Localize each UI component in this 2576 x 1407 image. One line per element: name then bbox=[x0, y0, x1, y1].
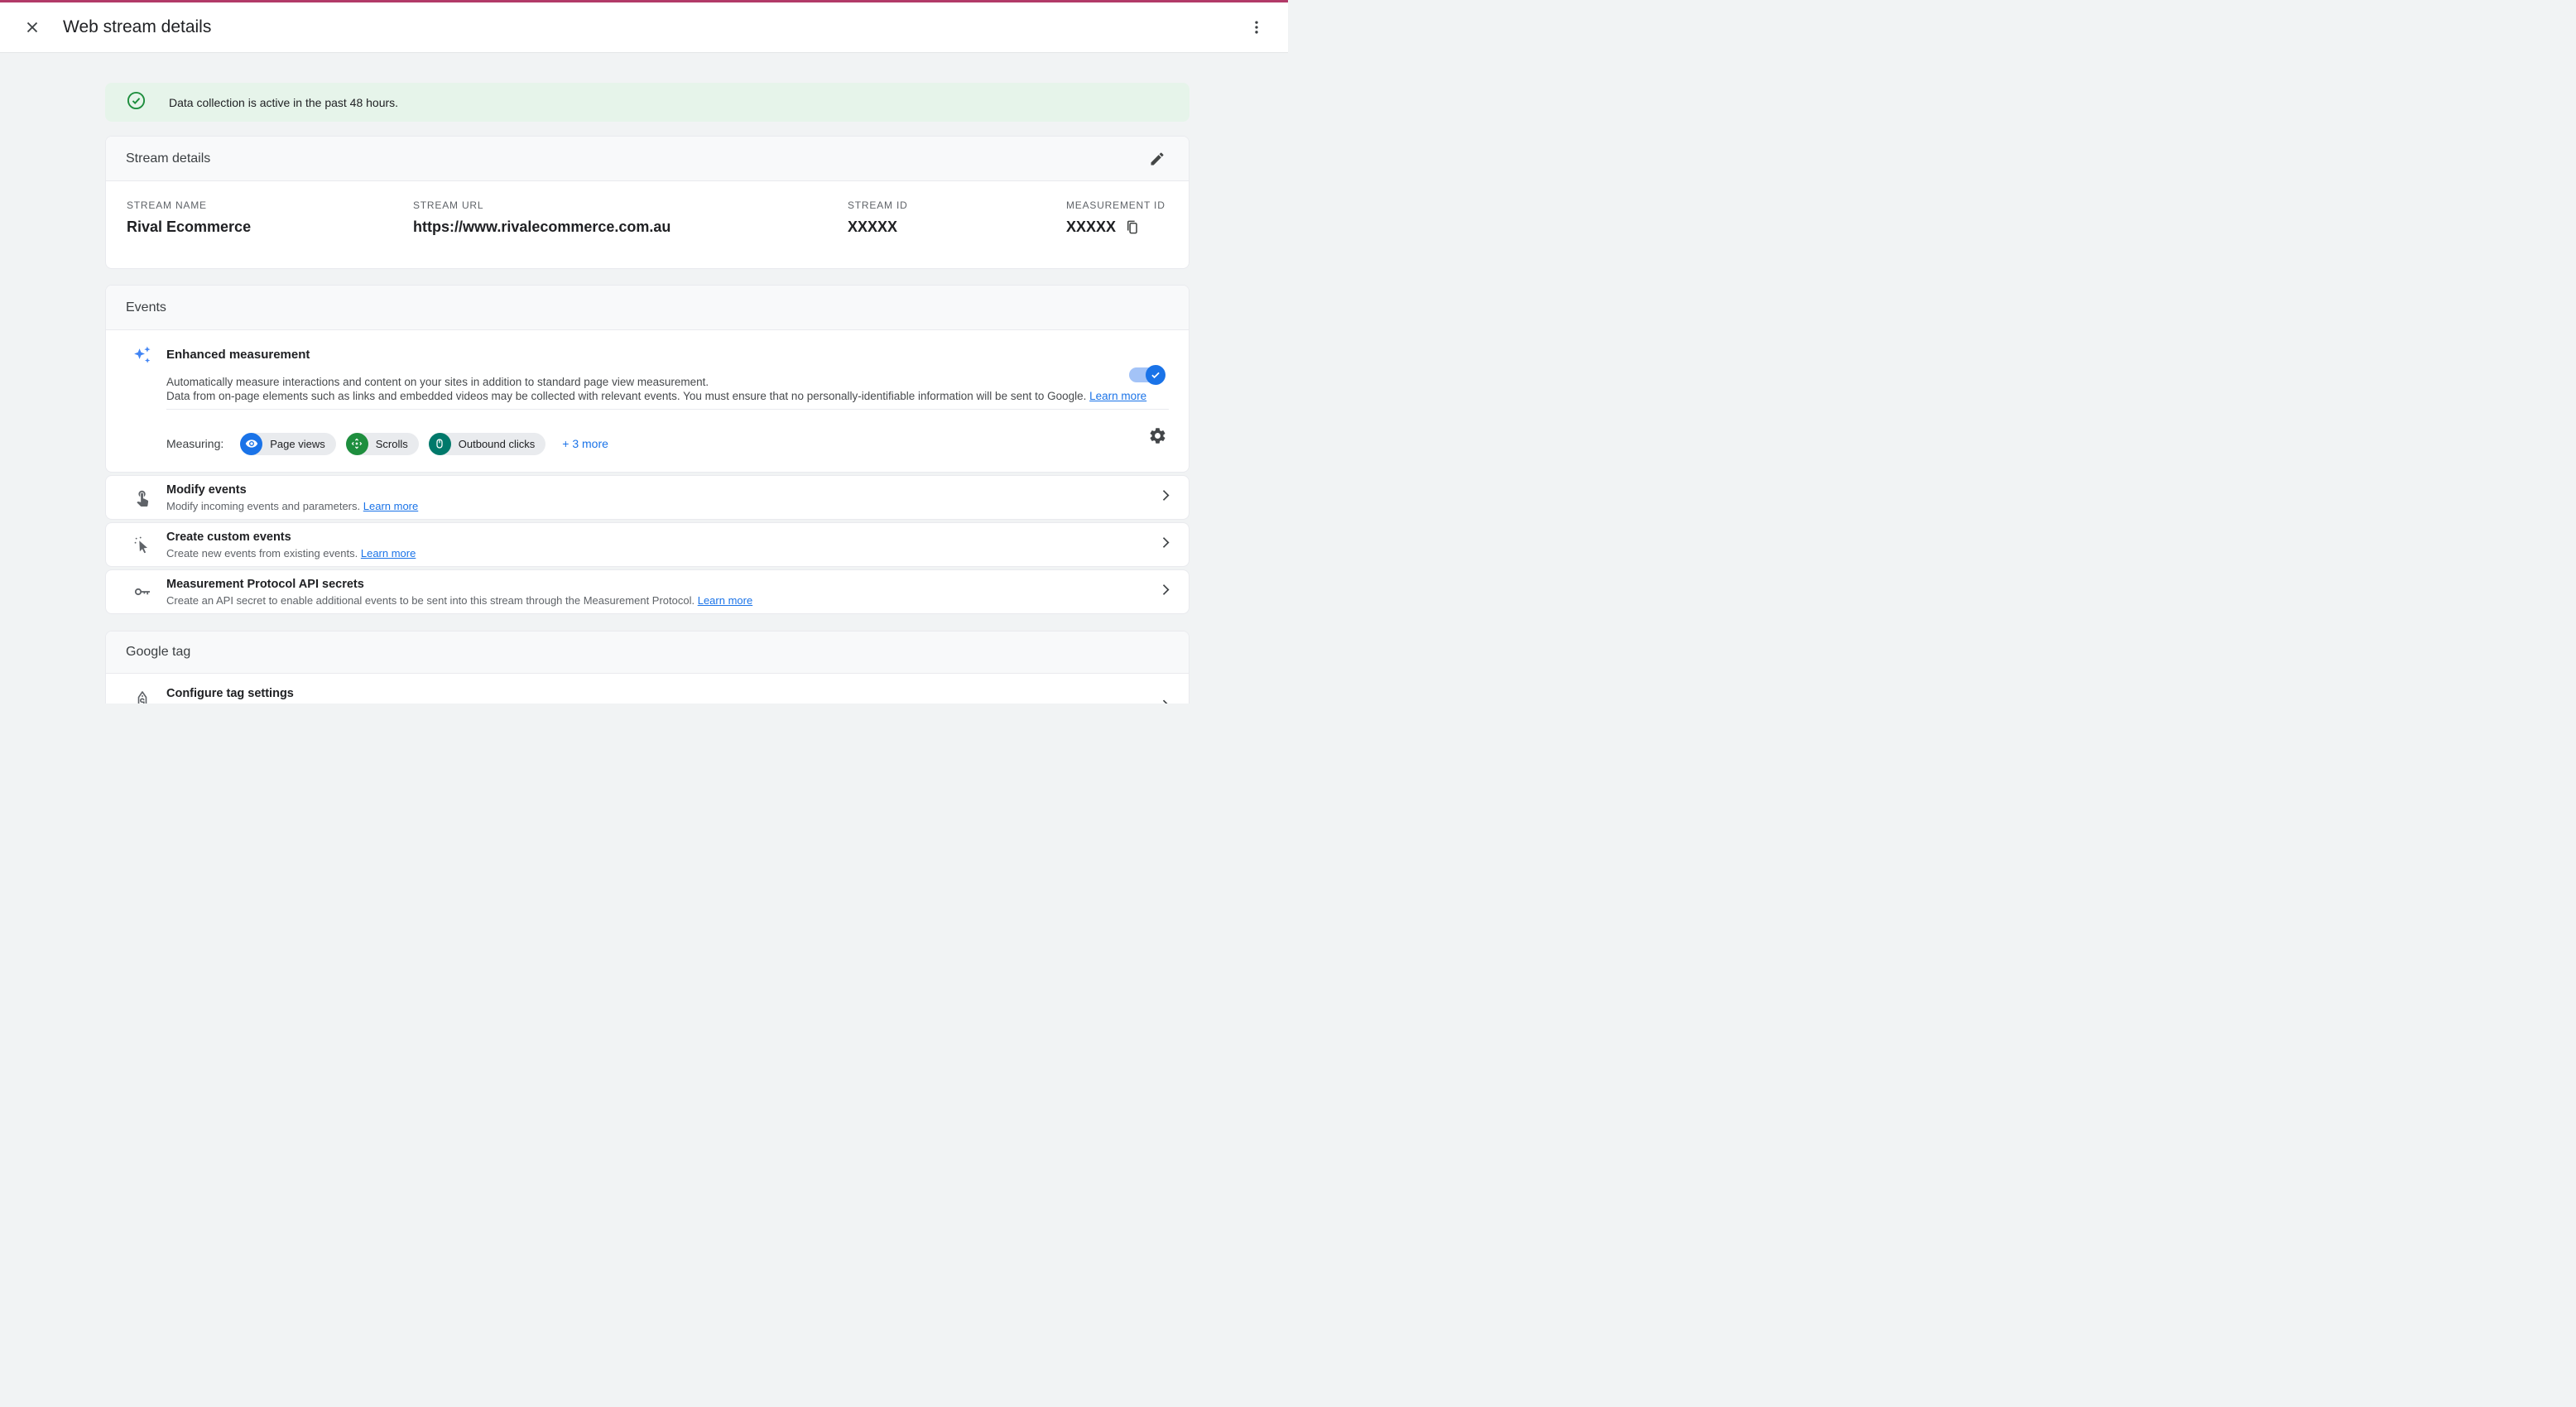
modify-events-learn-more-link[interactable]: Learn more bbox=[363, 500, 418, 512]
scroll-icon bbox=[346, 433, 368, 455]
eye-icon bbox=[240, 433, 262, 455]
configure-tag-settings-row[interactable]: Configure tag settings Configure your Go… bbox=[106, 674, 1189, 704]
modify-events-row[interactable]: Modify events Modify incoming events and… bbox=[105, 475, 1189, 520]
page-title: Web stream details bbox=[63, 17, 1245, 37]
key-icon bbox=[132, 582, 153, 602]
measurement-id-field: MEASUREMENT ID XXXXX bbox=[1066, 199, 1165, 236]
sparkle-icon bbox=[132, 344, 154, 371]
measurement-id-label: MEASUREMENT ID bbox=[1066, 199, 1165, 211]
stream-id-field: STREAM ID XXXXX bbox=[848, 199, 908, 236]
stream-details-header: Stream details bbox=[106, 137, 1189, 181]
stream-url-field: STREAM URL https://www.rivalecommerce.co… bbox=[413, 199, 670, 236]
stream-details-title: Stream details bbox=[126, 151, 210, 166]
measurement-id-value: XXXXX bbox=[1066, 218, 1116, 236]
row-title: Measurement Protocol API secrets bbox=[166, 578, 752, 591]
google-tag-card: Google tag Configure tag settings Config… bbox=[105, 631, 1189, 704]
chip-label: Outbound clicks bbox=[459, 438, 536, 450]
stream-id-label: STREAM ID bbox=[848, 199, 908, 211]
row-title: Configure tag settings bbox=[166, 687, 635, 700]
events-title: Events bbox=[126, 300, 166, 315]
enhanced-measurement-title: Enhanced measurement bbox=[166, 348, 310, 362]
google-tag-title: Google tag bbox=[126, 645, 190, 660]
chip-scrolls[interactable]: Scrolls bbox=[346, 433, 419, 455]
row-title: Modify events bbox=[166, 483, 418, 497]
stream-name-value: Rival Ecommerce bbox=[127, 218, 251, 236]
chevron-right-icon[interactable] bbox=[1157, 535, 1174, 555]
events-card: Events Enhanced measurement Automaticall… bbox=[105, 285, 1189, 473]
description-line-2: Data from on-page elements such as links… bbox=[166, 390, 1086, 402]
create-custom-events-row[interactable]: Create custom events Create new events f… bbox=[105, 522, 1189, 567]
stream-name-field: STREAM NAME Rival Ecommerce bbox=[127, 199, 251, 236]
description-line-1: Automatically measure interactions and c… bbox=[166, 376, 709, 388]
divider bbox=[166, 409, 1169, 410]
measuring-row: Measuring: Page views Scrolls bbox=[166, 432, 608, 455]
enhanced-measurement-description: Automatically measure interactions and c… bbox=[166, 376, 1146, 403]
chip-page-views[interactable]: Page views bbox=[240, 433, 335, 455]
cursor-sparkle-icon bbox=[132, 535, 153, 554]
row-description: Modify incoming events and parameters. bbox=[166, 500, 360, 512]
measuring-label: Measuring: bbox=[166, 437, 223, 450]
touch-icon bbox=[132, 488, 153, 507]
check-circle-icon bbox=[127, 91, 146, 114]
content-area: Data collection is active in the past 48… bbox=[0, 53, 1288, 704]
more-options-icon[interactable] bbox=[1245, 16, 1268, 39]
gear-icon[interactable] bbox=[1145, 423, 1170, 449]
row-description: Create an API secret to enable additiona… bbox=[166, 594, 694, 607]
google-tag-header: Google tag bbox=[106, 631, 1189, 674]
chevron-right-icon[interactable] bbox=[1157, 487, 1174, 508]
row-description: Create new events from existing events. bbox=[166, 547, 358, 559]
data-collection-banner: Data collection is active in the past 48… bbox=[105, 83, 1189, 122]
edit-icon[interactable] bbox=[1146, 147, 1169, 170]
chip-outbound-clicks[interactable]: Outbound clicks bbox=[429, 433, 546, 455]
enhanced-measurement-section: Enhanced measurement Automatically measu… bbox=[106, 330, 1189, 473]
copy-icon[interactable] bbox=[1124, 219, 1140, 235]
google-tag-icon bbox=[132, 687, 153, 704]
stream-url-label: STREAM URL bbox=[413, 199, 670, 211]
more-chips-link[interactable]: + 3 more bbox=[562, 437, 608, 450]
stream-details-body: STREAM NAME Rival Ecommerce STREAM URL h… bbox=[106, 181, 1189, 269]
mouse-icon bbox=[429, 433, 451, 455]
chip-label: Page views bbox=[270, 438, 324, 450]
header: Web stream details bbox=[0, 2, 1288, 53]
row-title: Create custom events bbox=[166, 531, 416, 544]
stream-details-card: Stream details STREAM NAME Rival Ecommer… bbox=[105, 136, 1189, 269]
chevron-right-icon[interactable] bbox=[1157, 582, 1174, 603]
close-icon[interactable] bbox=[20, 15, 45, 40]
api-secrets-learn-more-link[interactable]: Learn more bbox=[698, 594, 752, 607]
enhanced-learn-more-link[interactable]: Learn more bbox=[1089, 390, 1146, 402]
chevron-right-icon[interactable] bbox=[1157, 697, 1174, 704]
toggle-thumb bbox=[1146, 365, 1165, 385]
banner-text: Data collection is active in the past 48… bbox=[169, 96, 398, 109]
stream-name-label: STREAM NAME bbox=[127, 199, 251, 211]
measurement-protocol-api-secrets-row[interactable]: Measurement Protocol API secrets Create … bbox=[105, 569, 1189, 614]
stream-url-value: https://www.rivalecommerce.com.au bbox=[413, 218, 670, 236]
chip-label: Scrolls bbox=[376, 438, 408, 450]
stream-id-value: XXXXX bbox=[848, 218, 897, 236]
events-header: Events bbox=[106, 286, 1189, 330]
create-custom-events-learn-more-link[interactable]: Learn more bbox=[361, 547, 416, 559]
